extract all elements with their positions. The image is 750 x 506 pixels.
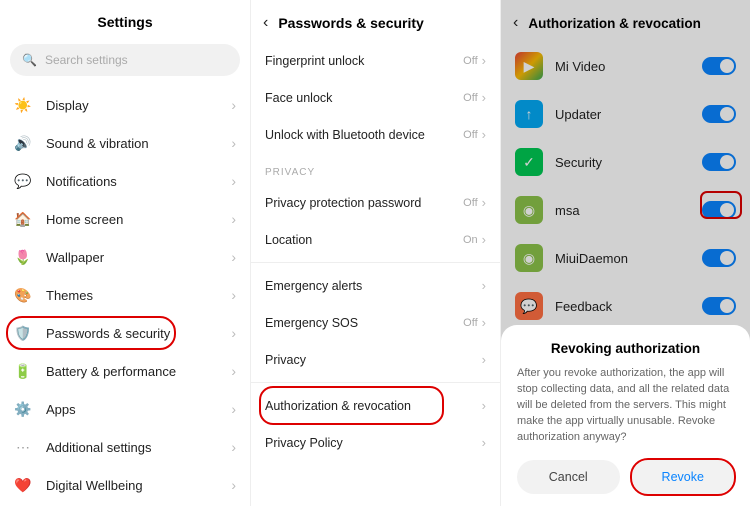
item-icon: ☀️ bbox=[14, 96, 32, 114]
item-label: Wallpaper bbox=[46, 250, 217, 265]
divider bbox=[251, 382, 500, 383]
settings-item[interactable]: Fingerprint unlock Off › bbox=[251, 42, 500, 79]
page-title: Passwords & security bbox=[278, 15, 424, 31]
revoke-dialog: Revoking authorization After you revoke … bbox=[501, 325, 750, 506]
settings-item[interactable]: Privacy Policy › bbox=[251, 424, 500, 461]
item-icon: ⋯ bbox=[14, 438, 32, 456]
item-value: Off bbox=[463, 317, 477, 329]
section-header-privacy: PRIVACY bbox=[251, 153, 500, 184]
chevron-right-icon: › bbox=[482, 352, 486, 367]
settings-item[interactable]: 🔋 Battery & performance › bbox=[0, 352, 250, 390]
divider bbox=[251, 262, 500, 263]
settings-item[interactable]: ⚙️ Apps › bbox=[0, 390, 250, 428]
chevron-right-icon: › bbox=[482, 278, 486, 293]
cancel-button[interactable]: Cancel bbox=[517, 460, 620, 494]
page-title: Settings bbox=[0, 0, 250, 40]
item-value: Off bbox=[463, 92, 477, 104]
chevron-right-icon: › bbox=[231, 173, 236, 189]
item-label: Display bbox=[46, 98, 217, 113]
passwords-security-panel: ‹ Passwords & security Fingerprint unloc… bbox=[250, 0, 500, 506]
dialog-title: Revoking authorization bbox=[517, 341, 734, 356]
item-icon: 🔋 bbox=[14, 362, 32, 380]
chevron-right-icon: › bbox=[231, 401, 236, 417]
item-label: Notifications bbox=[46, 174, 217, 189]
settings-item[interactable]: ❤️ Digital Wellbeing › bbox=[0, 466, 250, 504]
chevron-right-icon: › bbox=[482, 398, 486, 413]
item-label: Privacy protection password bbox=[265, 196, 463, 210]
item-label: Battery & performance bbox=[46, 364, 217, 379]
dialog-body: After you revoke authorization, the app … bbox=[517, 366, 734, 446]
item-label: Digital Wellbeing bbox=[46, 478, 217, 493]
item-label: Themes bbox=[46, 288, 217, 303]
chevron-right-icon: › bbox=[231, 97, 236, 113]
settings-item[interactable]: Face unlock Off › bbox=[251, 79, 500, 116]
settings-item[interactable]: 🏠 Home screen › bbox=[0, 200, 250, 238]
item-icon: 🎨 bbox=[14, 286, 32, 304]
item-icon: 🛡️ bbox=[14, 324, 32, 342]
chevron-right-icon: › bbox=[231, 249, 236, 265]
settings-item[interactable]: 🛡️ Passwords & security › bbox=[0, 314, 250, 352]
item-value: Off bbox=[463, 197, 477, 209]
item-icon: ⚙️ bbox=[14, 400, 32, 418]
item-label: Unlock with Bluetooth device bbox=[265, 128, 463, 142]
item-label: Additional settings bbox=[46, 440, 217, 455]
back-button[interactable]: ‹ bbox=[263, 14, 268, 32]
settings-item[interactable]: 💬 Notifications › bbox=[0, 162, 250, 200]
authorization-revocation-panel: ‹ Authorization & revocation ▶ Mi Video … bbox=[500, 0, 750, 506]
item-label: Sound & vibration bbox=[46, 136, 217, 151]
revoke-button[interactable]: Revoke bbox=[632, 460, 735, 494]
settings-item[interactable]: Unlock with Bluetooth device Off › bbox=[251, 116, 500, 153]
settings-item[interactable]: ☀️ Display › bbox=[0, 86, 250, 124]
chevron-right-icon: › bbox=[482, 127, 486, 142]
chevron-right-icon: › bbox=[482, 195, 486, 210]
item-label: Home screen bbox=[46, 212, 217, 227]
settings-item[interactable]: Authorization & revocation › bbox=[251, 387, 500, 424]
item-label: Location bbox=[265, 233, 463, 247]
chevron-right-icon: › bbox=[482, 315, 486, 330]
settings-item[interactable]: Privacy protection password Off › bbox=[251, 184, 500, 221]
item-label: Authorization & revocation bbox=[265, 399, 482, 413]
item-label: Passwords & security bbox=[46, 326, 217, 341]
settings-item[interactable]: Location On › bbox=[251, 221, 500, 258]
item-icon: ❤️ bbox=[14, 476, 32, 494]
chevron-right-icon: › bbox=[482, 90, 486, 105]
chevron-right-icon: › bbox=[231, 477, 236, 493]
item-value: Off bbox=[463, 129, 477, 141]
search-placeholder: Search settings bbox=[45, 53, 128, 67]
chevron-right-icon: › bbox=[231, 211, 236, 227]
item-icon: 🌷 bbox=[14, 248, 32, 266]
revoke-button-label: Revoke bbox=[662, 470, 704, 484]
settings-item[interactable]: 🌷 Wallpaper › bbox=[0, 238, 250, 276]
chevron-right-icon: › bbox=[482, 232, 486, 247]
chevron-right-icon: › bbox=[231, 363, 236, 379]
item-icon: 🏠 bbox=[14, 210, 32, 228]
settings-item[interactable]: 🎨 Themes › bbox=[0, 276, 250, 314]
item-value: Off bbox=[463, 55, 477, 67]
settings-item[interactable]: Emergency SOS Off › bbox=[251, 304, 500, 341]
settings-item[interactable]: Privacy › bbox=[251, 341, 500, 378]
chevron-right-icon: › bbox=[231, 287, 236, 303]
search-icon: 🔍 bbox=[22, 53, 37, 67]
item-label: Privacy bbox=[265, 353, 482, 367]
chevron-right-icon: › bbox=[231, 439, 236, 455]
chevron-right-icon: › bbox=[231, 325, 236, 341]
item-label: Privacy Policy bbox=[265, 436, 482, 450]
settings-item[interactable]: ⋯ Additional settings › bbox=[0, 428, 250, 466]
item-icon: 💬 bbox=[14, 172, 32, 190]
chevron-right-icon: › bbox=[231, 135, 236, 151]
item-value: On bbox=[463, 234, 478, 246]
settings-item[interactable]: 🔊 Sound & vibration › bbox=[0, 124, 250, 162]
item-label: Emergency alerts bbox=[265, 279, 482, 293]
item-label: Apps bbox=[46, 402, 217, 417]
settings-item[interactable]: Emergency alerts › bbox=[251, 267, 500, 304]
item-label: Face unlock bbox=[265, 91, 463, 105]
item-icon: 🔊 bbox=[14, 134, 32, 152]
chevron-right-icon: › bbox=[482, 435, 486, 450]
settings-panel: Settings 🔍 Search settings ☀️ Display › … bbox=[0, 0, 250, 506]
item-label: Emergency SOS bbox=[265, 316, 463, 330]
item-label: Fingerprint unlock bbox=[265, 54, 463, 68]
search-input[interactable]: 🔍 Search settings bbox=[10, 44, 240, 76]
chevron-right-icon: › bbox=[482, 53, 486, 68]
